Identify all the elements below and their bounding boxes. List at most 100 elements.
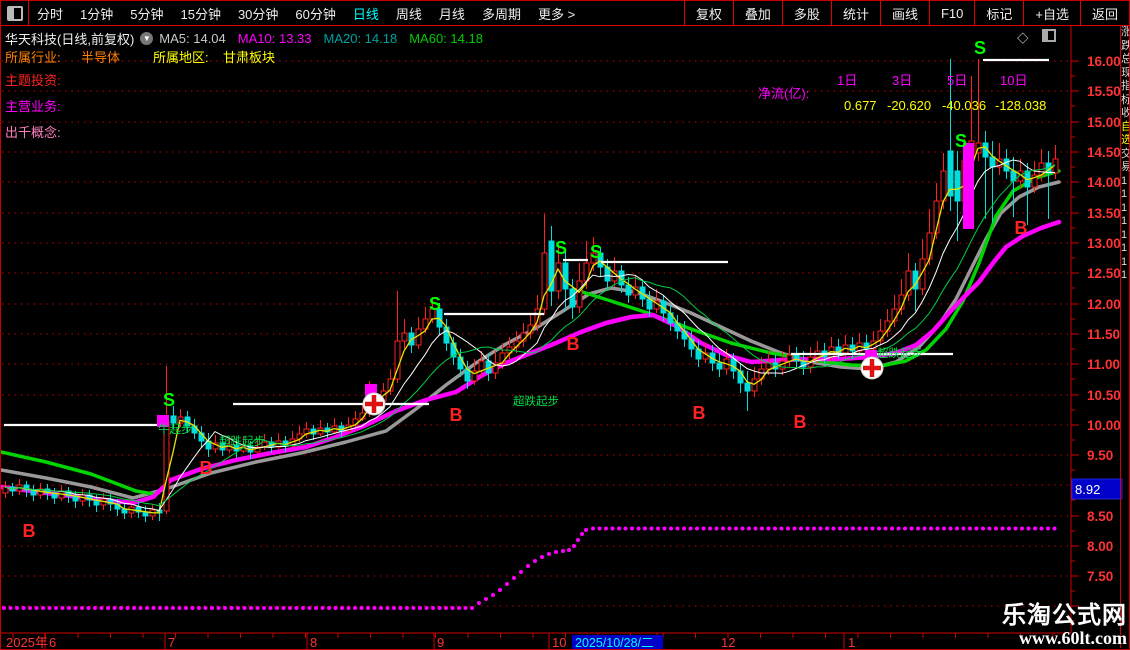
price-tick-label: 14.00 <box>1087 175 1121 190</box>
tab-multi-period[interactable]: 多周期 <box>482 4 521 23</box>
annotation-text: 超跌起步 <box>513 394 559 408</box>
candle-down <box>457 356 464 370</box>
price-tick-label: 9.50 <box>1087 448 1113 463</box>
buy-signal: B <box>567 334 580 354</box>
netflow-header-3d: 3日 <box>892 73 913 88</box>
tab-fenshi[interactable]: 分时 <box>37 4 63 23</box>
price-highlight: 8.92 <box>1071 478 1123 500</box>
buy-signal: B <box>450 405 463 425</box>
industry-value[interactable]: 半导体 <box>81 47 120 66</box>
stock-title: 华天科技(日线,前复权) <box>5 32 135 47</box>
sell-signal: S <box>163 390 175 410</box>
diamond-icon: ◇ <box>1017 29 1029 46</box>
strip-char: 涨 <box>1121 26 1129 40</box>
date-axis: 2025年 6 7 8 9 10 12 1 2025/10/28/二 <box>1 632 1071 650</box>
button-add-watchlist[interactable]: +自选 <box>1023 1 1080 25</box>
ma5-legend: MA5: 14.04 <box>159 31 226 46</box>
chevron-down-icon[interactable]: ▼ <box>140 32 154 45</box>
price-tick-label: 12.50 <box>1087 266 1121 281</box>
industry-label: 所属行业: <box>5 50 61 65</box>
tab-daily[interactable]: 日线 <box>353 4 379 23</box>
main-business-label: 主营业务: <box>5 99 61 114</box>
cross-circle-marker <box>860 356 884 380</box>
netflow-header-5d: 5日 <box>947 73 968 88</box>
month-tick-label: 12 <box>721 635 735 650</box>
candle-up <box>751 378 758 392</box>
strip-char: 标 <box>1121 94 1129 108</box>
month-tick-label: 9 <box>437 635 444 650</box>
price-gridlines <box>2 60 1071 607</box>
candle-down <box>170 415 177 424</box>
buy-signal: B <box>693 403 706 423</box>
price-axis: 16.00 15.50 15.00 14.50 14.00 13.50 13.00 12.50… <box>1070 26 1121 633</box>
month-tick-label: 1 <box>848 635 855 650</box>
tab-30min[interactable]: 30分钟 <box>238 4 278 23</box>
strip-char: 1 <box>1121 228 1128 241</box>
tab-1min[interactable]: 1分钟 <box>80 4 113 23</box>
strip-char: 1 <box>1121 201 1128 214</box>
top-menu-bar: 分时 1分钟 5分钟 15分钟 30分钟 60分钟 日线 周线 月线 多周期 更… <box>1 1 1129 26</box>
strip-char: 1 <box>1121 215 1128 227</box>
strip-char: 交 <box>1121 148 1129 162</box>
price-tick-label: 10.50 <box>1087 388 1121 403</box>
title-row: 华天科技(日线,前复权) ▼ MA5: 14.04 MA10: 13.33 MA… <box>5 29 495 48</box>
netflow-value-10d: -128.038 <box>995 98 1047 113</box>
buy-signal: B <box>23 521 36 541</box>
price-tick-label: 10.00 <box>1087 418 1121 433</box>
button-f10[interactable]: F10 <box>928 1 974 25</box>
netflow-value-3d: -20.620 <box>887 98 932 113</box>
candle-up <box>926 232 933 260</box>
chart-corner-icons[interactable]: ◇ <box>1017 29 1056 46</box>
button-stats[interactable]: 统计 <box>830 1 880 25</box>
ma10-legend: MA10: 13.33 <box>237 31 312 46</box>
price-tick-label: 16.00 <box>1087 54 1121 69</box>
sell-signal: S <box>429 294 441 314</box>
tab-more[interactable]: 更多 > <box>538 4 575 23</box>
price-tick-label: 15.50 <box>1087 84 1121 99</box>
magenta-bar-marker <box>963 143 974 229</box>
tab-monthly[interactable]: 月线 <box>439 4 465 23</box>
button-multistock[interactable]: 多股 <box>781 1 831 25</box>
candle-down <box>716 362 723 370</box>
netflow-header-1d: 1日 <box>837 73 858 88</box>
button-overlay[interactable]: 叠加 <box>732 1 782 25</box>
netflow-label: 净流(亿): <box>758 86 810 101</box>
price-tick-label: 8.50 <box>1087 509 1113 524</box>
month-tick-label: 2025年 <box>6 635 48 650</box>
candle-down <box>625 284 632 296</box>
signal-letters: S S S S S S B B B B B B B <box>23 38 1028 541</box>
candle-down <box>562 262 569 290</box>
strip-char: 1 <box>1121 255 1128 268</box>
area-value[interactable]: 甘肃板块 <box>223 47 275 66</box>
button-back[interactable]: 返回 <box>1079 1 1129 25</box>
price-tick-label: 12.00 <box>1087 297 1121 312</box>
candles-layer <box>2 59 1059 522</box>
ma20-legend: MA20: 14.18 <box>323 31 398 46</box>
price-tick-label: 8.00 <box>1087 539 1113 554</box>
tool-menu: 复权 叠加 多股 统计 画线 F10 标记 +自选 返回 <box>683 1 1129 25</box>
candle-down <box>730 358 737 372</box>
price-tick-label: 13.50 <box>1087 206 1121 221</box>
tab-60min[interactable]: 60分钟 <box>295 4 335 23</box>
price-tick-label: 11.50 <box>1087 327 1120 342</box>
button-fuquan[interactable]: 复权 <box>683 1 733 25</box>
buy-signal: B <box>1015 218 1028 238</box>
tab-5min[interactable]: 5分钟 <box>130 4 163 23</box>
price-tick-label: 7.50 <box>1087 569 1113 584</box>
dotted-indicator-line <box>2 526 1057 610</box>
button-drawline[interactable]: 画线 <box>879 1 929 25</box>
strip-char: 总 <box>1121 53 1129 67</box>
tab-weekly[interactable]: 周线 <box>396 4 422 23</box>
tab-15min[interactable]: 15分钟 <box>180 4 220 23</box>
area-label: 所属地区: <box>153 50 209 65</box>
window-layout-button[interactable] <box>1 1 29 25</box>
annotation-text: 超跌起步 <box>877 346 923 360</box>
price-tick-label: 13.00 <box>1087 236 1121 251</box>
strip-char: 指 <box>1121 80 1129 94</box>
candle-down <box>954 170 961 202</box>
button-mark[interactable]: 标记 <box>974 1 1023 25</box>
layout-icon <box>6 5 23 21</box>
candle-up <box>401 332 408 342</box>
thick-green-b <box>571 169 1061 368</box>
month-tick-label: 6 <box>49 635 56 650</box>
